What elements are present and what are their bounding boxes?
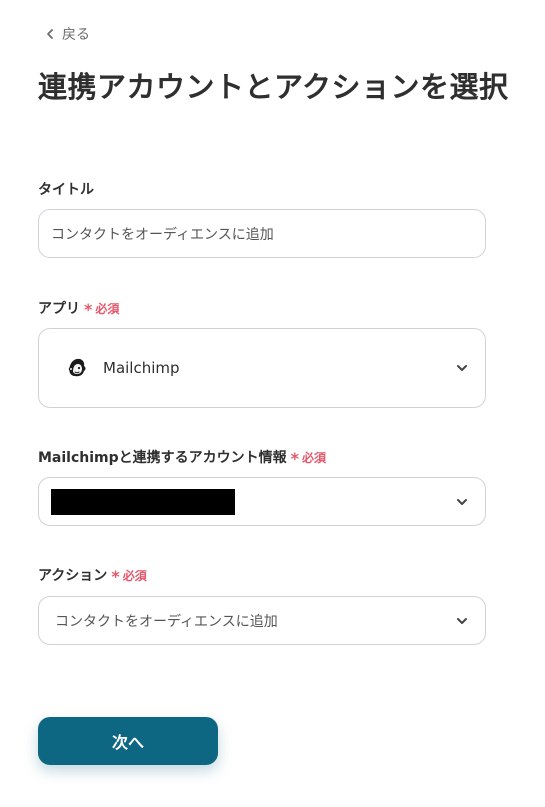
app-selected-value: Mailchimp (103, 359, 180, 377)
mailchimp-logo-icon (64, 355, 90, 381)
account-select[interactable] (38, 477, 486, 526)
app-select[interactable]: Mailchimp (38, 328, 486, 408)
back-link[interactable]: 戻る (44, 24, 90, 44)
app-field-label: アプリ * 必須 (38, 298, 119, 318)
app-label-text: アプリ (38, 301, 80, 317)
title-input[interactable] (39, 225, 485, 242)
page-title: 連携アカウントとアクションを選択 (38, 70, 509, 104)
required-text: 必須 (122, 568, 147, 583)
required-badge: * 必須 (290, 449, 327, 468)
title-field-label: タイトル (38, 179, 94, 199)
required-badge: * 必須 (84, 300, 120, 319)
required-star: * (111, 567, 120, 586)
next-button[interactable]: 次へ (38, 717, 218, 765)
chevron-down-icon (457, 617, 467, 624)
action-label-text: アクション (38, 568, 108, 584)
title-field[interactable] (38, 209, 486, 258)
required-text: 必須 (302, 450, 327, 465)
chevron-down-icon (457, 365, 467, 371)
action-selected-value: コンタクトをオーディエンスに追加 (55, 613, 278, 630)
account-field-label: Mailchimpと連携するアカウント情報 * 必須 (38, 447, 326, 467)
chevron-left-icon (47, 29, 53, 39)
required-star: * (290, 449, 300, 468)
required-text: 必須 (95, 301, 120, 316)
action-select[interactable]: コンタクトをオーディエンスに追加 (38, 596, 486, 645)
required-badge: * 必須 (111, 567, 147, 586)
title-label-text: タイトル (38, 182, 94, 198)
redacted-account-value (51, 488, 235, 515)
action-field-label: アクション * 必須 (38, 565, 147, 585)
back-label: 戻る (62, 27, 90, 43)
required-star: * (84, 300, 93, 319)
account-label-text: Mailchimpと連携するアカウント情報 (38, 450, 287, 466)
chevron-down-icon (457, 498, 467, 505)
